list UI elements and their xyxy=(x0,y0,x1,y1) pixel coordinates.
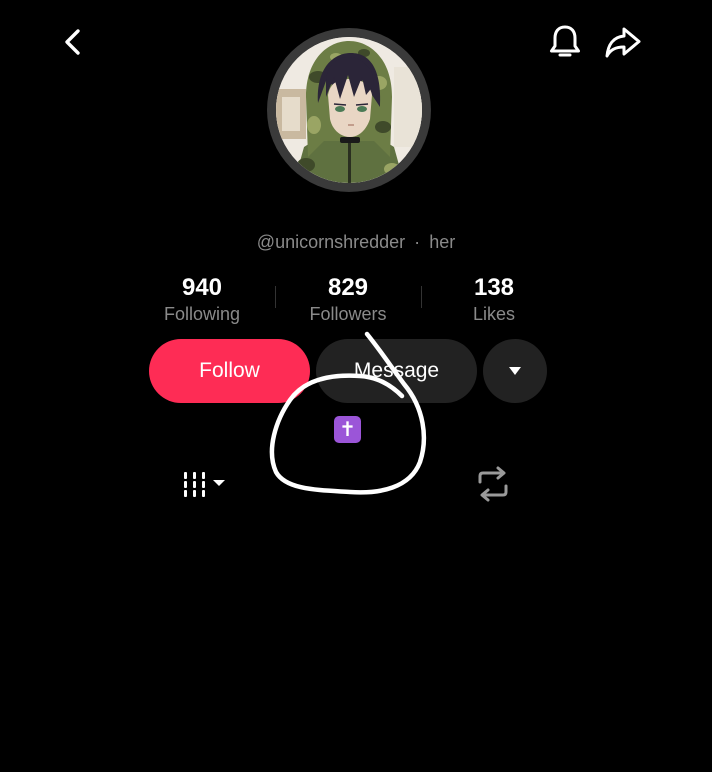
likes-count: 138 xyxy=(473,274,515,301)
anime-avatar-camo-hoodie xyxy=(276,37,422,183)
handle-separator: · xyxy=(414,232,421,252)
bell-icon xyxy=(550,25,580,57)
tab-reposts[interactable] xyxy=(474,466,512,502)
likes-stat[interactable]: 138 Likes xyxy=(424,274,564,326)
following-label: Following xyxy=(163,304,241,324)
stat-divider xyxy=(421,286,422,308)
message-button[interactable]: Message xyxy=(316,339,477,403)
username: @unicornshredder xyxy=(256,232,406,252)
back-button[interactable] xyxy=(56,24,92,60)
bio-cross-emoji: ✝ xyxy=(334,416,361,443)
notification-bell-button[interactable] xyxy=(545,22,585,62)
share-button[interactable] xyxy=(602,22,644,62)
following-stat[interactable]: 940 Following xyxy=(132,274,272,326)
repost-icon xyxy=(478,466,508,502)
followers-label: Followers xyxy=(309,304,387,324)
caret-down-icon xyxy=(509,367,521,375)
tab-caret-down-icon xyxy=(213,480,225,486)
share-arrow-icon xyxy=(605,27,641,58)
chevron-left-icon xyxy=(65,29,80,55)
following-count: 940 xyxy=(181,274,223,301)
grid-icon xyxy=(184,472,225,497)
likes-label: Likes xyxy=(472,304,516,324)
followers-count: 829 xyxy=(327,274,369,301)
follow-button[interactable]: Follow xyxy=(149,339,310,403)
avatar[interactable] xyxy=(276,37,422,183)
more-options-button[interactable] xyxy=(483,339,547,403)
stat-divider xyxy=(275,286,276,308)
followers-stat[interactable]: 829 Followers xyxy=(278,274,418,326)
tab-videos[interactable] xyxy=(180,468,230,500)
profile-handle-row: @unicornshredder · her xyxy=(0,232,712,253)
pronouns: her xyxy=(429,232,456,252)
